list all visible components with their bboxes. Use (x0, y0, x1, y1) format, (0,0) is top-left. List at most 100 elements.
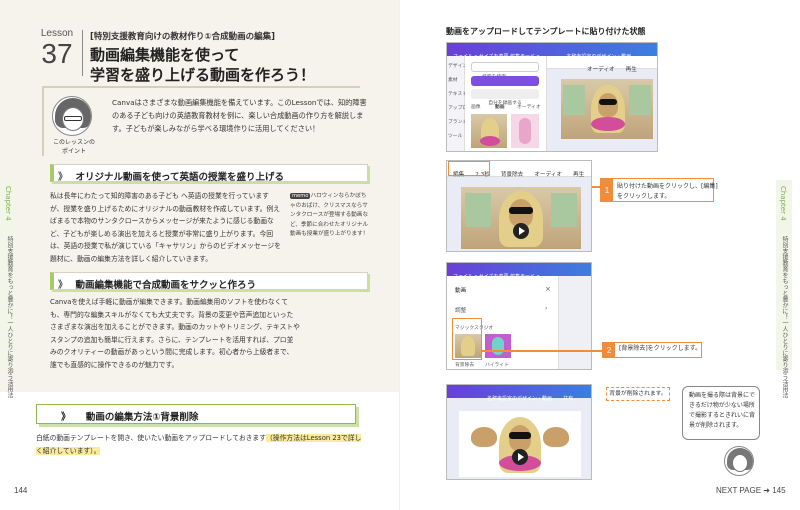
highlight-thumb[interactable] (485, 334, 511, 358)
upload-file-button[interactable]: ファイルをアップロード (471, 76, 539, 93)
edit-highlight (448, 161, 490, 176)
author-avatar-2 (724, 446, 754, 476)
lesson-number: 37 (41, 38, 73, 69)
bg-removed-note: 背景が削除されます。 (606, 387, 670, 401)
adjust-item[interactable]: 調整 (455, 306, 466, 314)
section1-heading: 》オリジナル動画を使って英語の授業を盛り上げる (50, 164, 368, 183)
tab-audio[interactable]: オーディオ (517, 103, 541, 110)
memo-text: ハロウィンならかぼちゃのおばけ、クリスマスならサンタクロースが登場する動画など、… (290, 193, 369, 238)
lesson-title-line2: 学習を盛り上げる動画を作ろう！ (90, 66, 316, 84)
share-button[interactable]: 共有 (563, 396, 573, 402)
next-page-label: NEXT PAGE (716, 486, 762, 495)
lei (591, 117, 625, 131)
section1-title: オリジナル動画を使って英語の授業を盛り上げる (75, 172, 285, 183)
callout1-number: 1 (601, 179, 613, 201)
memo-tag: memo (290, 193, 311, 199)
toolbar-audio-2[interactable]: オーディオ (534, 172, 562, 178)
chapter-description-right: 特別支援教育をもっと豊かに！一人ひとりに寄り添う活用法 (781, 236, 788, 398)
author-avatar (52, 96, 92, 136)
record-self-button[interactable]: 自分を録画する (471, 89, 539, 106)
sunglasses-icon-3 (509, 432, 531, 439)
bg-window-right (551, 193, 577, 227)
section3-mark: 》 (61, 412, 71, 423)
chevron-right-icon: › (545, 305, 548, 312)
chapter-label-left: Chapter 4 (4, 186, 12, 221)
section3-title: 動画の編集方法①背景削除 (85, 412, 199, 423)
rail-item-tools[interactable]: ツール (448, 132, 462, 139)
canvas-toolbar: オーディオ 再生 (547, 56, 657, 73)
canvas-area (559, 276, 591, 369)
editor-menu-bar-2: ファイル ▾ サイズを変更 編集モード ▾ (447, 263, 591, 280)
lesson-badge: Lesson 37 (34, 28, 80, 76)
tab-images[interactable]: 画像 (471, 103, 481, 110)
callout2-number: 2 (603, 343, 615, 357)
editor-menu-bar-3: 名称未設定のデザイン・動画 共有 (447, 385, 591, 402)
person-face (598, 93, 618, 117)
uploaded-video-thumb[interactable] (471, 114, 507, 148)
callout1-text: 貼り付けた動画をクリックし、[編集] をクリックします。 (617, 182, 718, 202)
tab-videos[interactable]: 動画 (495, 103, 505, 110)
sparkle-icon (492, 337, 504, 355)
screenshot-bg-removed: 名称未設定のデザイン・動画 共有 (446, 384, 592, 480)
side-rail: デザイン 素材 テキスト アップロード ブランド ツール (447, 56, 477, 151)
avatar-glasses-icon (64, 116, 82, 121)
section2-heading: 》動画編集機能で合成動画をサクッと作ろう (50, 272, 368, 291)
highlight-label: ハイライト (485, 363, 509, 368)
editor-menu-bar: ファイル ▾ サイズを変更 編集モード ▾ 名称未設定のデザイン・動画 (447, 43, 657, 60)
background-window-2 (629, 85, 651, 115)
page-number-left: 144 (14, 486, 28, 495)
figure-title: 動画をアップロードしてテンプレートに貼り付けた状態 (446, 27, 646, 36)
section1-mark: 》 (58, 172, 68, 183)
avatar2-face-icon (732, 454, 748, 472)
chapter-label-right: Chapter 4 (779, 186, 787, 221)
background-window (563, 85, 585, 115)
canvas-video[interactable] (561, 79, 653, 139)
remove-bg-highlight (452, 318, 482, 360)
toolbar-remove-bg[interactable]: 背景除去 (501, 172, 523, 178)
chapter-description-left: 特別支援教育をもっと豊かに！一人ひとりに寄り添う活用法 (6, 236, 13, 398)
callout1-line (592, 186, 600, 188)
lesson-divider (82, 30, 83, 76)
search-input[interactable]: 検索を検索 (471, 62, 539, 80)
lesson-title-line1: 動画編集機能を使って (90, 46, 240, 64)
close-icon[interactable]: × (545, 285, 551, 293)
bunny-icon (519, 118, 531, 144)
toolbar-play[interactable]: 再生 (626, 67, 637, 73)
callout-1: 1 貼り付けた動画をクリックし、[編集] をクリックします。 (600, 178, 718, 202)
canvas-white (459, 411, 581, 477)
uploaded-image-thumb[interactable] (511, 114, 539, 148)
rail-item-elements[interactable]: 素材 (448, 76, 458, 83)
section3-body-line1: 白紙の動画テンプレートを開き、使いたい動画をアップロードしておきます (36, 434, 267, 442)
section3-title-wrap: 》 動画の編集方法①背景削除 (49, 412, 198, 423)
tip-bubble: 動画を撮る際は背景にできるだけ物が少ない場所で撮影するときれいに背景が削除されま… (682, 386, 760, 440)
section3-body: 白紙の動画テンプレートを開き、使いたい動画をアップロードしておきます（操作方法は… (36, 432, 366, 457)
sunglasses-icon-2 (509, 207, 533, 214)
play-icon[interactable] (513, 223, 529, 239)
bg-window-left (465, 193, 491, 227)
section2-title: 動画編集機能で合成動画をサクッと作ろう (75, 280, 257, 291)
right-hand (543, 427, 569, 447)
thumb-lei (480, 136, 500, 146)
callout2-text: [背景除去]をクリックします。 (619, 345, 702, 352)
callout2-line (482, 350, 602, 352)
intro-text: Canvaはさまざまな動画編集機能を備えています。このLessonでは、知的障害… (112, 98, 367, 133)
callout1-line2: をクリックします。 (617, 193, 671, 200)
memo-note: memo ハロウィンならかぼちゃのおばけ、クリスマスならサンタクロースが登場する動… (290, 192, 370, 240)
toolbar-play-2[interactable]: 再生 (573, 172, 584, 178)
uploads-panel: 検索を検索 ファイルをアップロード 自分を録画する 画像 動画 オーディオ (465, 56, 547, 151)
screenshot-upload-state: ファイル ▾ サイズを変更 編集モード ▾ 名称未設定のデザイン・動画 デザイン… (446, 42, 658, 152)
toolbar-audio[interactable]: オーディオ (587, 67, 615, 73)
callout1-line1: 貼り付けた動画をクリックし、[編集] (617, 183, 718, 190)
section2-body: Canvaを使えば手軽に動画が編集できます。動画編集用のソフトを使わなくても、専… (50, 298, 300, 369)
section1-body: 私は長年にわたって知的障害のある子ども へ英語の授業を行っていますが、授業を盛り… (50, 192, 281, 263)
lesson-point-label: このレッスンのポイント (52, 139, 95, 155)
left-page: Lesson 37 [特別支援教育向けの教材作り①合成動画の編集] 動画編集機能… (0, 0, 400, 510)
left-hand (471, 427, 497, 447)
section3-heading: 》 動画の編集方法①背景削除 (36, 404, 356, 424)
remove-bg-label: 背景除去 (455, 363, 475, 368)
arrow-right-icon: ➜ (763, 486, 770, 495)
doc-title-2: 名称未設定のデザイン・動画 (487, 396, 553, 402)
sunglasses-icon (599, 99, 617, 105)
selected-video[interactable] (461, 187, 581, 249)
play-icon-2[interactable] (512, 449, 528, 465)
